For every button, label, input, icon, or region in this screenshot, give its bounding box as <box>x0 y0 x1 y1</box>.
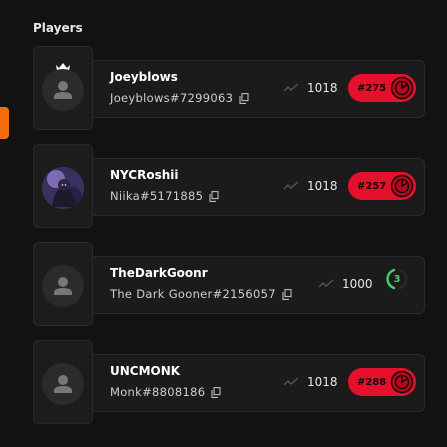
player-tag: Monk#8808186 <box>110 385 206 399</box>
player-card[interactable]: NYCRoshii Niika#5171885 1018 #257 <box>33 144 425 228</box>
placement-badge[interactable]: 3 <box>385 267 409 291</box>
rating: 1018 <box>283 81 338 95</box>
rank-emblem-icon <box>390 370 414 394</box>
avatar-box <box>33 46 93 130</box>
player-tag: Niika#5171885 <box>110 189 204 203</box>
default-avatar-icon <box>54 277 72 295</box>
avatar[interactable] <box>42 265 84 307</box>
player-card[interactable]: Joeyblows Joeyblows#7299063 1018 #275 <box>33 46 425 130</box>
player-name[interactable]: TheDarkGoonr <box>110 266 208 280</box>
player-info: TheDarkGoonr The Dark Gooner#2156057 100… <box>93 256 425 314</box>
rating-value: 1018 <box>307 375 338 389</box>
rating: 1018 <box>283 375 338 389</box>
player-tag-row: The Dark Gooner#2156057 <box>110 287 292 301</box>
player-tag: The Dark Gooner#2156057 <box>110 287 276 301</box>
avatar[interactable] <box>42 69 84 111</box>
section-title: Players <box>33 21 83 35</box>
default-avatar-icon <box>54 375 72 393</box>
avatar[interactable] <box>42 363 84 405</box>
trend-icon <box>318 279 334 288</box>
placement-count: 3 <box>393 273 401 285</box>
rank-number: #257 <box>357 180 387 192</box>
player-info: Joeyblows Joeyblows#7299063 1018 #275 <box>93 60 425 118</box>
player-name[interactable]: Joeyblows <box>110 70 178 84</box>
copy-icon[interactable] <box>209 190 219 202</box>
avatar-box <box>33 242 93 326</box>
avatar[interactable] <box>42 167 84 209</box>
rank-number: #288 <box>357 376 387 388</box>
avatar-box <box>33 144 93 228</box>
copy-icon[interactable] <box>211 386 221 398</box>
player-card[interactable]: TheDarkGoonr The Dark Gooner#2156057 100… <box>33 242 425 326</box>
player-card[interactable]: UNCMONK Monk#8808186 1018 #288 <box>33 340 425 424</box>
default-avatar-icon <box>54 81 72 99</box>
player-name[interactable]: NYCRoshii <box>110 168 179 182</box>
copy-icon[interactable] <box>239 92 249 104</box>
rating: 1018 <box>283 179 338 193</box>
trend-icon <box>283 377 299 386</box>
rating-value: 1000 <box>342 277 373 291</box>
rating-value: 1018 <box>307 179 338 193</box>
player-name[interactable]: UNCMONK <box>110 364 180 378</box>
player-info: UNCMONK Monk#8808186 1018 #288 <box>93 354 425 412</box>
trend-icon <box>283 83 299 92</box>
player-info: NYCRoshii Niika#5171885 1018 #257 <box>93 158 425 216</box>
trend-icon <box>283 181 299 190</box>
rank-emblem-icon <box>390 76 414 100</box>
player-tag-row: Joeyblows#7299063 <box>110 91 249 105</box>
profile-photo-icon <box>42 167 84 209</box>
copy-icon[interactable] <box>282 288 292 300</box>
rank-number: #275 <box>357 82 387 94</box>
avatar-box <box>33 340 93 424</box>
left-accent-bar <box>0 107 9 139</box>
rank-emblem-icon <box>390 174 414 198</box>
player-tag-row: Monk#8808186 <box>110 385 221 399</box>
player-tag: Joeyblows#7299063 <box>110 91 234 105</box>
player-tag-row: Niika#5171885 <box>110 189 219 203</box>
rating-value: 1018 <box>307 81 338 95</box>
rank-badge[interactable]: #275 <box>348 74 416 102</box>
rating: 1000 <box>318 277 373 291</box>
rank-badge[interactable]: #288 <box>348 368 416 396</box>
rank-badge[interactable]: #257 <box>348 172 416 200</box>
